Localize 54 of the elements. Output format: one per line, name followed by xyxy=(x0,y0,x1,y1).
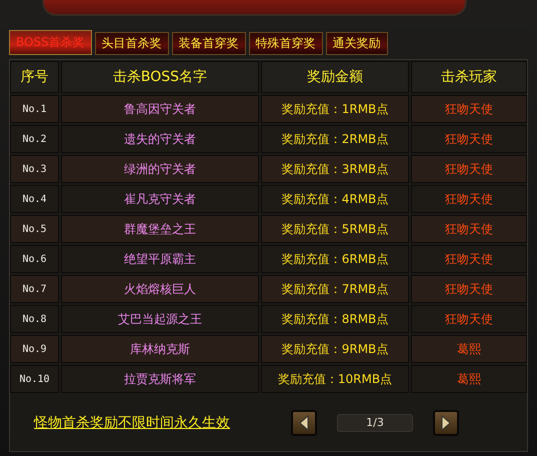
table-cell: 拉贾克斯将军 xyxy=(61,365,259,393)
column-header: 序号 xyxy=(10,61,59,93)
table-cell: 葛熙 xyxy=(411,335,527,363)
table-cell: 狂吻天使 xyxy=(411,125,527,153)
table-cell: 狂吻天使 xyxy=(411,155,527,183)
left-triangle-icon xyxy=(299,414,309,430)
table-cell: 奖励充值：10RMB点 xyxy=(261,365,409,393)
table-cell: 奖励充值：6RMB点 xyxy=(261,245,409,273)
table-cell: 奖励充值：5RMB点 xyxy=(261,215,409,243)
tab[interactable]: 通关奖励 xyxy=(326,32,388,55)
table-cell: 鲁高因守关者 xyxy=(61,95,259,123)
previous-page-button[interactable] xyxy=(291,410,317,436)
table-cell: No.5 xyxy=(10,215,59,243)
table-cell: 绿洲的守关者 xyxy=(61,155,259,183)
table-cell: 崔凡克守关者 xyxy=(61,185,259,213)
right-triangle-icon xyxy=(441,414,451,430)
table-cell: 奖励充值：7RMB点 xyxy=(261,275,409,303)
table-cell: No.2 xyxy=(10,125,59,153)
table-cell: 奖励充值：1RMB点 xyxy=(261,95,409,123)
table-cell: No.9 xyxy=(10,335,59,363)
table-cell: No.1 xyxy=(10,95,59,123)
note-link[interactable]: 怪物首杀奖励不限时间永久生效 xyxy=(34,414,230,432)
table-cell: 库林纳克斯 xyxy=(61,335,259,363)
column-header: 击杀BOSS名字 xyxy=(61,61,259,93)
table-cell: 狂吻天使 xyxy=(411,305,527,333)
table-cell: No.6 xyxy=(10,245,59,273)
table-cell: No.10 xyxy=(10,365,59,393)
table-cell: No.4 xyxy=(10,185,59,213)
table-cell: 狂吻天使 xyxy=(411,245,527,273)
table-cell: 奖励充值：9RMB点 xyxy=(261,335,409,363)
page-indicator: 1/3 xyxy=(337,414,413,432)
table-cell: 奖励充值：3RMB点 xyxy=(261,155,409,183)
table-cell: 火焰熔核巨人 xyxy=(61,275,259,303)
table-cell: 奖励充值：8RMB点 xyxy=(261,305,409,333)
next-page-button[interactable] xyxy=(433,410,459,436)
table-cell: 艾巴当起源之王 xyxy=(61,305,259,333)
column-header: 击杀玩家 xyxy=(411,61,527,93)
table-cell: No.7 xyxy=(10,275,59,303)
table-cell: 狂吻天使 xyxy=(411,95,527,123)
table-cell: 遗失的守关者 xyxy=(61,125,259,153)
table-cell: 绝望平原霸主 xyxy=(61,245,259,273)
tab[interactable]: 装备首穿奖 xyxy=(172,32,246,55)
table-cell: 狂吻天使 xyxy=(411,275,527,303)
tab[interactable]: 头目首杀奖 xyxy=(94,32,169,55)
table-cell: 狂吻天使 xyxy=(411,185,527,213)
table-cell: 群魔堡垒之王 xyxy=(61,215,259,243)
tab[interactable]: 特殊首穿奖 xyxy=(248,32,323,55)
table-cell: No.3 xyxy=(10,155,59,183)
table-cell: 狂吻天使 xyxy=(411,215,527,243)
table-cell: No.8 xyxy=(10,305,59,333)
column-header: 奖励金额 xyxy=(261,61,409,93)
table-cell: 奖励充值：2RMB点 xyxy=(261,125,409,153)
table-cell: 葛熙 xyxy=(411,365,527,393)
table-cell: 奖励充值：4RMB点 xyxy=(261,185,409,213)
